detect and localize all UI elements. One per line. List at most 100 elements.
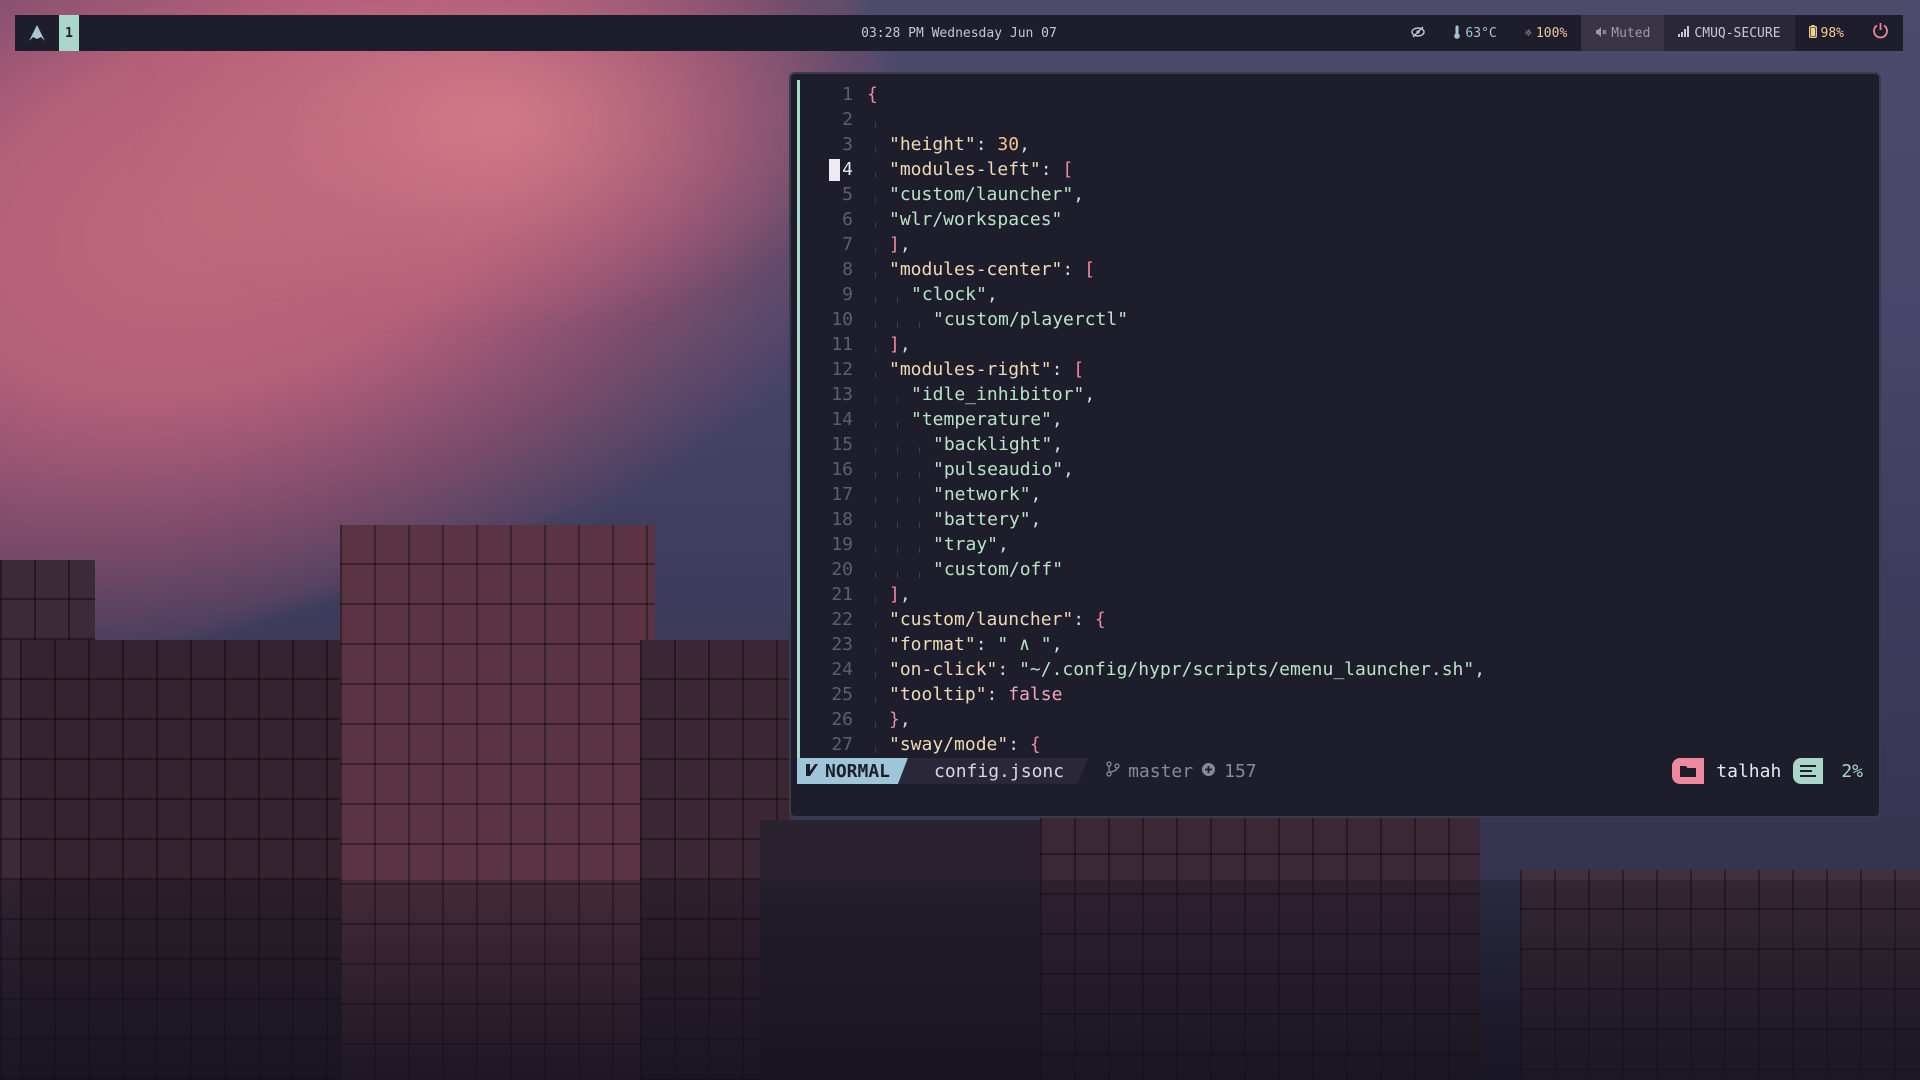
code-token: "custom/launcher" [889,184,1074,205]
code-line[interactable]: 12 "modules-right": [ [801,357,1879,382]
code-line[interactable]: 22 "custom/launcher": { [801,607,1879,632]
code-token: "modules-left" [889,159,1041,180]
network-name: CMUQ-SECURE [1694,25,1781,41]
line-number: 11 [831,334,853,355]
line-number: 23 [831,634,853,655]
code-line[interactable]: 17 "network", [801,482,1879,507]
code-token: , [899,334,911,355]
code-token: "height" [889,134,976,155]
code-token: , [1084,384,1096,405]
audio-module[interactable]: Muted [1581,15,1665,51]
scroll-percent: 2% [1841,760,1863,782]
code-token: "modules-center" [889,259,1063,280]
network-module[interactable]: CMUQ-SECURE [1664,15,1795,51]
code-line[interactable]: 23 "format": " ∧ ", [801,632,1879,657]
code-token: : [1062,259,1085,280]
line-text: "battery", [867,507,1041,532]
line-number: 22 [831,609,853,630]
code-view[interactable]: 1{2 3 "height": 30, 4 "modules-left": [5 "cus… [801,82,1879,756]
code-token: "modules-right" [889,359,1052,380]
code-line[interactable]: 25 "tooltip": false [801,682,1879,707]
diff-plus-icon [1201,761,1216,782]
power-button[interactable] [1858,15,1903,51]
code-line[interactable]: 6 "wlr/workspaces" [801,207,1879,232]
line-text: "tray", [867,532,1009,557]
code-line[interactable]: 4 "modules-left": [ [801,157,1879,182]
code-line[interactable]: 13 "idle_inhibitor", [801,382,1879,407]
signal-icon [1678,26,1690,40]
code-token: , [1051,409,1063,430]
code-token: "~/.config/hypr/scripts/emenu_launcher.s… [1019,659,1475,680]
code-line[interactable]: 20 "custom/off" [801,557,1879,582]
code-line[interactable]: 10 "custom/playerctl" [801,307,1879,332]
code-token: : [986,684,1009,705]
line-text: "sway/mode": { [867,732,1041,756]
line-number: 7 [842,234,853,255]
code-token: , [1030,509,1042,530]
line-number: 27 [831,734,853,755]
battery-module[interactable]: 98% [1795,15,1858,51]
bar-left: 1 [15,15,79,51]
line-text: "custom/playerctl" [867,307,1128,332]
code-token: "custom/playerctl" [933,309,1129,330]
code-line[interactable]: 8 "modules-center": [ [801,257,1879,282]
line-text: { [867,82,878,107]
code-line[interactable]: 19 "tray", [801,532,1879,557]
code-token: , [899,584,911,605]
code-line[interactable]: 15 "backlight", [801,432,1879,457]
line-text: "network", [867,482,1041,507]
clock[interactable]: 03:28 PM Wednesday Jun 07 [861,26,1057,41]
code-line[interactable]: 27 "sway/mode": { [801,732,1879,756]
code-token: "wlr/workspaces" [889,209,1063,230]
line-number: 9 [842,284,853,305]
line-text: "format": " ∧ ", [867,632,1062,657]
code-token: "battery" [933,509,1031,530]
code-token: "tooltip" [889,684,987,705]
code-token: ] [889,234,900,255]
code-line[interactable]: 18 "battery", [801,507,1879,532]
code-line[interactable]: 7], [801,232,1879,257]
code-token: : [997,659,1020,680]
code-line[interactable]: 21], [801,582,1879,607]
code-token: "custom/launcher" [889,609,1074,630]
code-line[interactable]: 2 [801,107,1879,132]
line-number: 6 [842,209,853,230]
sun-icon: ☼ [1524,26,1532,40]
code-line[interactable]: 1{ [801,82,1879,107]
thermometer-icon [1453,25,1461,42]
code-line[interactable]: 9 "clock", [801,282,1879,307]
code-line[interactable]: 14 "temperature", [801,407,1879,432]
line-number: 26 [831,709,853,730]
branch-name: master [1128,760,1194,782]
git-info: master 157 [1106,761,1257,782]
code-line[interactable]: 26}, [801,707,1879,732]
terminal-window[interactable]: 1{2 3 "height": 30, 4 "modules-left": [5 "cus… [789,72,1881,818]
code-token: "pulseaudio" [933,459,1064,480]
line-number: 12 [831,359,853,380]
code-token: : [1008,734,1030,755]
line-number: 13 [831,384,853,405]
code-token: " ∧ " [997,634,1052,655]
code-line[interactable]: 11], [801,332,1879,357]
code-line[interactable]: 16 "pulseaudio", [801,457,1879,482]
line-text: "tooltip": false [867,682,1062,707]
code-token: "sway/mode" [889,734,1009,755]
idle-inhibitor[interactable] [1397,15,1439,51]
code-token: : [975,634,998,655]
code-line[interactable]: 24 "on-click": "~/.config/hypr/scripts/em… [801,657,1879,682]
line-number: 24 [831,659,853,680]
arch-logo-icon[interactable] [15,15,59,51]
workspace-button[interactable]: 1 [59,15,79,51]
code-line[interactable]: 5 "custom/launcher", [801,182,1879,207]
code-token: ] [889,334,900,355]
backlight-module[interactable]: ☼ 100% [1511,15,1582,51]
line-text: ], [867,332,911,357]
code-token: [ [1084,259,1095,280]
vim-logo-icon [805,761,819,782]
line-number: 8 [842,259,853,280]
code-token: "format" [889,634,976,655]
line-text: "idle_inhibitor", [867,382,1095,407]
code-token: , [899,234,911,255]
code-line[interactable]: 3 "height": 30, [801,132,1879,157]
temperature-module[interactable]: 63°C [1439,15,1510,51]
